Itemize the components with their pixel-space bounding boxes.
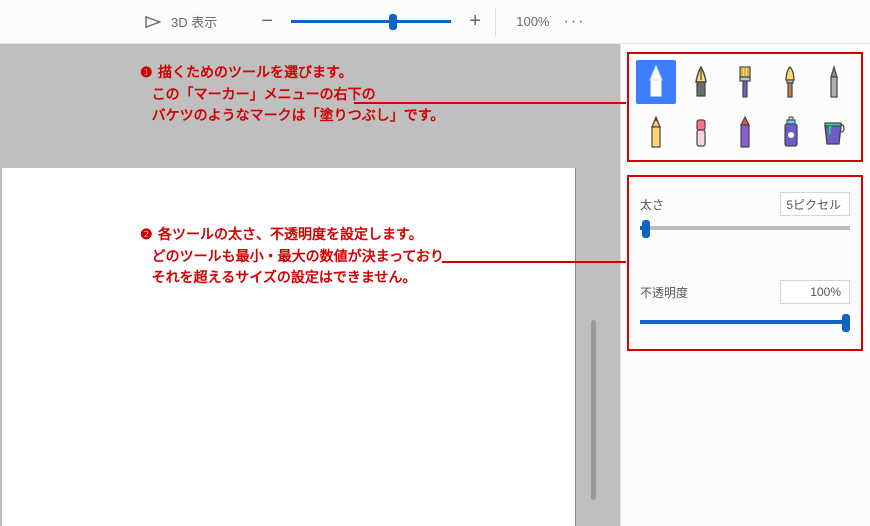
annotation-2-number: ❷	[140, 224, 156, 240]
annotation-2-line1: 各ツールの太さ、不透明度を設定します。	[158, 226, 423, 242]
annotation-1-line1: 描くためのツールを選びます。	[158, 64, 353, 80]
annotation-2: ❷各ツールの太さ、不透明度を設定します。 どのツールも最小・最大の数値が決まって…	[140, 224, 444, 289]
scrollbar-vertical[interactable]	[591, 320, 596, 500]
thickness-row: 太さ 5ピクセル	[640, 192, 850, 216]
zoom-in-button[interactable]: +	[465, 10, 485, 33]
annotation-box-tools	[627, 52, 863, 162]
zoom-slider[interactable]	[291, 20, 451, 23]
annotation-1: ❶描くためのツールを選びます。 この「マーカー」メニューの右下の バケツのような…	[140, 62, 444, 127]
opacity-slider-thumb[interactable]	[842, 314, 850, 332]
opacity-value-input[interactable]: 100%	[780, 280, 850, 304]
thickness-slider[interactable]	[640, 226, 850, 230]
annotation-1-connector	[354, 102, 626, 104]
opacity-row: 不透明度 100%	[640, 280, 850, 304]
top-toolbar: 3D 表示 − + 100% ···	[0, 0, 870, 44]
view-3d-label: 3D 表示	[171, 12, 217, 31]
thickness-slider-thumb[interactable]	[642, 220, 650, 238]
more-menu-button[interactable]: ···	[563, 13, 585, 31]
separator	[495, 8, 496, 36]
annotation-1-line3: バケツのようなマークは「塗りつぶし」です。	[152, 107, 445, 123]
annotation-2-line3: それを超えるサイズの設定はできません。	[152, 269, 417, 285]
zoom-out-button[interactable]: −	[257, 10, 277, 33]
canvas[interactable]	[2, 168, 575, 526]
zoom-slider-thumb[interactable]	[389, 14, 397, 30]
thickness-label: 太さ	[640, 196, 664, 213]
opacity-slider[interactable]	[640, 320, 850, 324]
annotation-1-number: ❶	[140, 62, 156, 78]
annotation-2-line2: どのツールも最小・最大の数値が決まっており	[152, 248, 444, 264]
annotation-1-line2: この「マーカー」メニューの右下の	[152, 86, 376, 102]
zoom-value[interactable]: 100%	[516, 14, 549, 29]
annotation-2-connector	[442, 261, 626, 263]
thickness-value-input[interactable]: 5ピクセル	[780, 192, 850, 216]
opacity-label: 不透明度	[640, 284, 688, 301]
flag-3d-icon	[145, 15, 163, 29]
view-3d-button[interactable]: 3D 表示	[145, 12, 217, 31]
